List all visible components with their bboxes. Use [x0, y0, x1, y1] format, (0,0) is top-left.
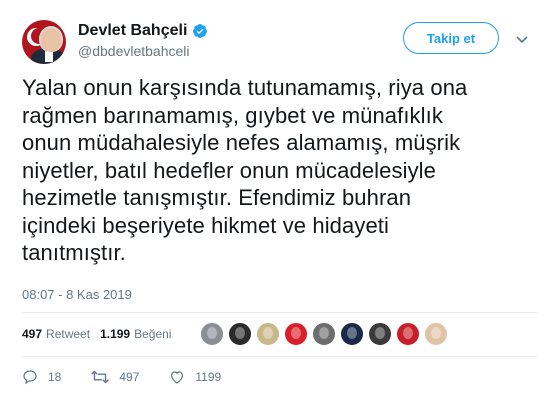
reply-action[interactable]: 18	[22, 369, 61, 385]
liker-avatar[interactable]	[284, 322, 308, 346]
reply-count: 18	[48, 370, 62, 384]
like-stat-label: Beğeni	[134, 327, 172, 341]
like-stat[interactable]: 1.199 Beğeni	[100, 327, 171, 341]
retweet-action[interactable]: 497	[91, 369, 139, 385]
tweet-header: Devlet Bahçeli @dbdevletbahceli Takip et	[22, 20, 535, 64]
liker-avatar[interactable]	[396, 322, 420, 346]
liker-avatar[interactable]	[200, 322, 224, 346]
liker-avatar[interactable]	[368, 322, 392, 346]
like-action-count: 1199	[195, 370, 222, 384]
liker-avatar[interactable]	[228, 322, 252, 346]
liker-avatar[interactable]	[424, 322, 448, 346]
retweet-stat-count: 497	[22, 327, 43, 341]
like-stat-count: 1.199	[100, 327, 131, 341]
tweet-stats: 497 Retweet 1.199 Beğeni	[22, 327, 181, 341]
liker-avatar-face	[319, 327, 329, 339]
liker-avatar-face	[431, 327, 441, 339]
follow-button[interactable]: Takip et	[403, 22, 499, 54]
heart-icon	[171, 371, 184, 384]
liker-avatar-face	[291, 327, 301, 339]
liker-avatar[interactable]	[256, 322, 280, 346]
liker-avatar[interactable]	[340, 322, 364, 346]
liker-avatar-face	[207, 327, 217, 339]
tweet-timestamp[interactable]: 08:07 - 8 Kas 2019	[22, 287, 132, 302]
liker-avatar-face	[263, 327, 273, 339]
avatar-face	[39, 26, 63, 52]
tweet-text: Yalan onun karşısında tutunamamış, riya …	[22, 75, 468, 265]
liker-avatar-face	[347, 327, 357, 339]
divider	[22, 356, 537, 357]
liker-avatars	[200, 322, 452, 346]
retweet-icon	[91, 370, 110, 384]
divider	[22, 312, 537, 313]
verified-badge-icon	[193, 24, 208, 38]
tweet-actions: 18 497 1199	[22, 369, 251, 385]
retweet-stat-label: Retweet	[46, 327, 91, 341]
liker-avatar-face	[375, 327, 385, 339]
liker-avatar-face	[403, 327, 413, 339]
reply-icon	[23, 370, 37, 385]
retweet-stat[interactable]: 497 Retweet	[22, 327, 90, 341]
liker-avatar-face	[235, 327, 245, 339]
avatar[interactable]	[22, 20, 66, 64]
chevron-down-icon[interactable]	[515, 32, 529, 46]
liker-avatar[interactable]	[312, 322, 336, 346]
author-name-row[interactable]: Devlet Bahçeli	[78, 22, 208, 40]
author-handle[interactable]: @dbdevletbahceli	[78, 43, 208, 59]
author-display-name[interactable]: Devlet Bahçeli	[78, 22, 187, 40]
author-block: Devlet Bahçeli @dbdevletbahceli	[78, 22, 208, 59]
retweet-action-count: 497	[119, 370, 140, 384]
like-action[interactable]: 1199	[169, 369, 221, 385]
